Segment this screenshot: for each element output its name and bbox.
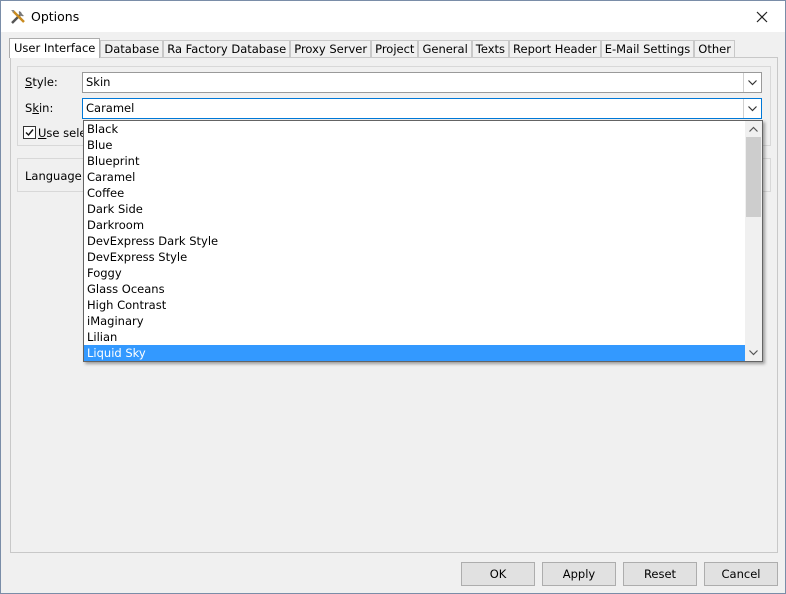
style-combobox[interactable]: Skin	[82, 72, 762, 93]
cancel-button[interactable]: Cancel	[704, 562, 778, 586]
scroll-down-button[interactable]	[745, 345, 762, 361]
tab-other[interactable]: Other	[694, 40, 735, 58]
tab-texts[interactable]: Texts	[471, 40, 510, 58]
skin-dropdown-button[interactable]	[743, 99, 761, 118]
tab-general[interactable]: General	[418, 40, 472, 58]
list-item[interactable]: Dark Side	[84, 201, 745, 217]
list-item[interactable]: DevExpress Style	[84, 249, 745, 265]
tab-database[interactable]: Database	[100, 40, 164, 58]
window-title: Options	[31, 9, 80, 24]
reset-button[interactable]: Reset	[623, 562, 697, 586]
title-bar: Options	[1, 1, 785, 32]
list-item[interactable]: Glass Oceans	[84, 281, 745, 297]
chevron-down-icon	[748, 105, 757, 111]
options-window: Options User Interface Database Ra Facto…	[0, 0, 786, 594]
list-item-selected[interactable]: Liquid Sky	[84, 345, 745, 361]
use-selected-checkbox[interactable]	[23, 126, 36, 139]
scroll-up-button[interactable]	[745, 121, 762, 137]
list-item[interactable]: Coffee	[84, 185, 745, 201]
tab-ra-factory-database[interactable]: Ra Factory Database	[163, 40, 291, 58]
list-item[interactable]: High Contrast	[84, 297, 745, 313]
list-item[interactable]: iMaginary	[84, 313, 745, 329]
style-value: Skin	[86, 75, 111, 89]
tab-proxy-server[interactable]: Proxy Server	[290, 40, 372, 58]
skin-value: Caramel	[86, 101, 135, 115]
close-button[interactable]	[739, 1, 785, 32]
dropdown-scrollbar[interactable]	[745, 121, 762, 361]
tab-strip: User Interface Database Ra Factory Datab…	[9, 38, 735, 58]
style-dropdown-button[interactable]	[743, 73, 761, 92]
tab-email-settings[interactable]: E-Mail Settings	[600, 40, 695, 58]
list-item[interactable]: Darkroom	[84, 217, 745, 233]
skin-label: Skin:	[25, 101, 54, 115]
apply-button[interactable]: Apply	[542, 562, 616, 586]
tools-icon	[9, 8, 27, 26]
tab-project[interactable]: Project	[371, 40, 419, 58]
list-item[interactable]: Lilian	[84, 329, 745, 345]
list-item[interactable]: Foggy	[84, 265, 745, 281]
list-item[interactable]: Blue	[84, 137, 745, 153]
tab-report-header[interactable]: Report Header	[509, 40, 601, 58]
ok-button[interactable]: OK	[461, 562, 535, 586]
tab-user-interface[interactable]: User Interface	[9, 38, 101, 58]
close-icon	[756, 11, 768, 22]
checkmark-icon	[25, 129, 34, 137]
list-item[interactable]: Blueprint	[84, 153, 745, 169]
chevron-down-icon	[749, 350, 758, 356]
chevron-up-icon	[749, 126, 758, 132]
list-item[interactable]: Black	[84, 121, 745, 137]
skin-options-list: Black Blue Blueprint Caramel Coffee Dark…	[84, 121, 745, 361]
language-label: Language:	[25, 169, 86, 183]
scroll-thumb[interactable]	[746, 137, 761, 217]
style-label: Style:	[25, 75, 58, 89]
chevron-down-icon	[748, 79, 757, 85]
list-item[interactable]: Caramel	[84, 169, 745, 185]
list-item[interactable]: DevExpress Dark Style	[84, 233, 745, 249]
skin-combobox[interactable]: Caramel	[82, 98, 762, 119]
skin-dropdown-list[interactable]: Black Blue Blueprint Caramel Coffee Dark…	[83, 120, 763, 362]
